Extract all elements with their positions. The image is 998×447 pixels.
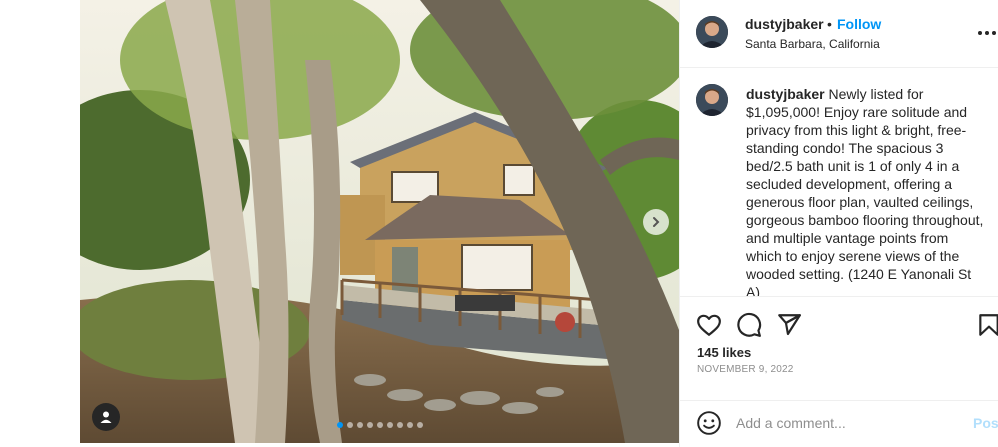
caption-username[interactable]: dustyjbaker	[746, 86, 825, 102]
caption-text: dustyjbaker Newly listed for $1,095,000!…	[746, 85, 986, 296]
carousel-dot	[366, 422, 373, 428]
more-options-icon[interactable]	[978, 23, 998, 43]
user-tag-icon	[100, 411, 112, 423]
comment-icon[interactable]	[736, 312, 762, 338]
post-sidebar: dustyjbaker • Follow Santa Barbara, Cali…	[679, 0, 998, 447]
bookmark-icon[interactable]	[976, 312, 998, 338]
avatar[interactable]	[696, 16, 728, 48]
comment-composer: Post	[680, 400, 998, 444]
profile-photo	[696, 16, 728, 48]
username-link[interactable]: dustyjbaker	[745, 16, 824, 32]
follow-button[interactable]: Follow	[837, 16, 881, 32]
carousel-dot	[396, 422, 403, 428]
paper-plane-icon[interactable]	[776, 312, 802, 338]
carousel-next-button[interactable]	[643, 209, 669, 235]
post-header: dustyjbaker • Follow Santa Barbara, Cali…	[680, 0, 998, 68]
house-photo-illustration	[80, 0, 679, 443]
post-comment-button[interactable]: Post	[973, 415, 998, 431]
caption-section: dustyjbaker Newly listed for $1,095,000!…	[680, 68, 998, 296]
avatar[interactable]	[696, 84, 728, 116]
comment-input[interactable]	[736, 413, 956, 433]
carousel-indicator	[80, 422, 679, 430]
heart-icon[interactable]	[696, 312, 722, 338]
action-bar: 145 likes NOVEMBER 9, 2022 Post	[680, 296, 998, 444]
carousel-dot	[406, 422, 413, 428]
location-link[interactable]: Santa Barbara, California	[745, 37, 880, 51]
like-count[interactable]: 145 likes	[697, 345, 751, 360]
profile-photo	[696, 84, 728, 116]
carousel-dot	[356, 422, 363, 428]
carousel-dot	[416, 422, 423, 428]
carousel-dot	[376, 422, 383, 428]
caption-body: Newly listed for $1,095,000! Enjoy rare …	[746, 86, 984, 296]
post-photo[interactable]	[80, 0, 679, 443]
chevron-right-icon	[653, 217, 660, 227]
post-date: NOVEMBER 9, 2022	[697, 364, 794, 375]
carousel-dot	[346, 422, 353, 428]
separator-dot: •	[827, 16, 832, 32]
carousel-dot	[386, 422, 393, 428]
carousel-dot	[336, 422, 343, 428]
page-left-margin	[0, 0, 80, 447]
smiley-icon[interactable]	[696, 410, 722, 436]
user-tag-button[interactable]	[92, 403, 120, 431]
